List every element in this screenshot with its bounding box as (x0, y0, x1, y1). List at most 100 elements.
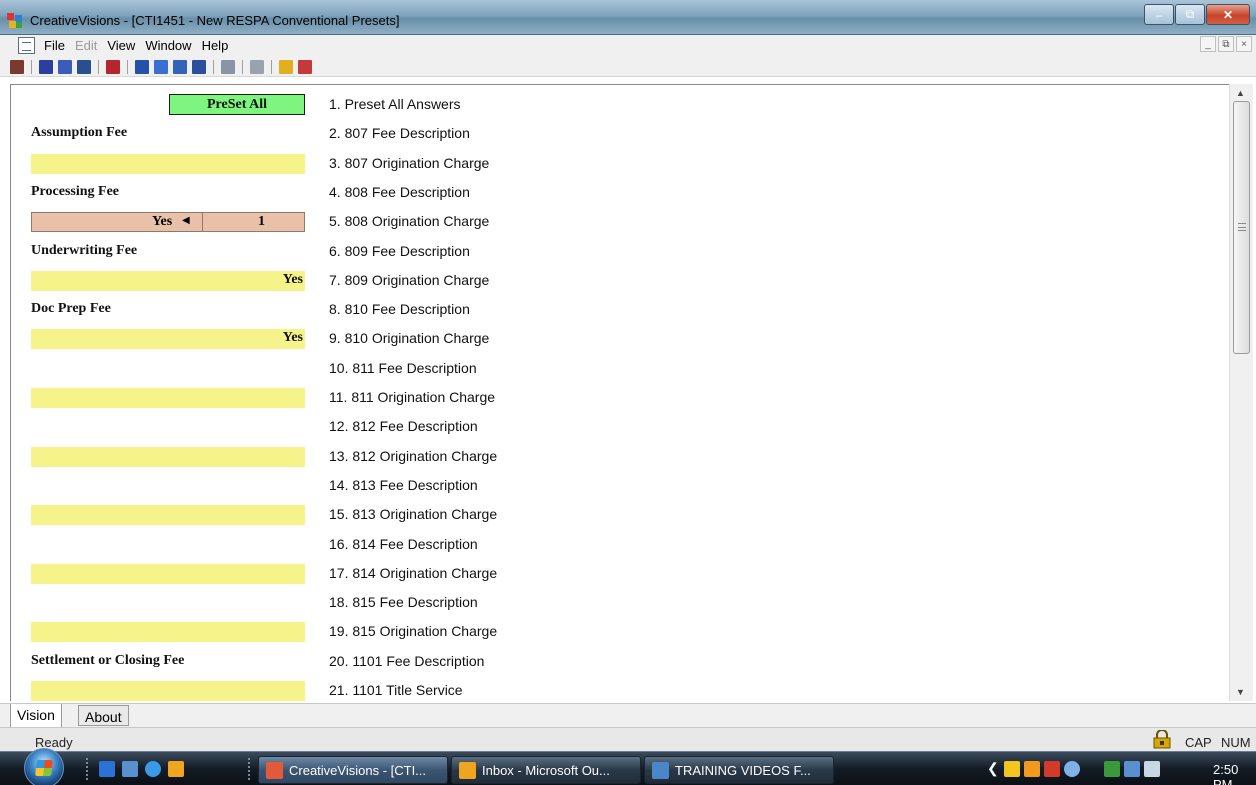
question-item[interactable]: 3. 807 Origination Charge (329, 155, 489, 171)
chart-icon[interactable] (77, 59, 91, 74)
mail-tray-icon[interactable] (1004, 761, 1020, 777)
grid-icon[interactable] (192, 59, 206, 74)
form-row: 19. 815 Origination Charge (11, 616, 1229, 645)
bookmark-icon[interactable] (106, 59, 120, 74)
menu-help[interactable]: Help (202, 38, 229, 53)
outlook-tray-icon[interactable] (1024, 761, 1040, 777)
mdi-minimize-button[interactable]: _ (1200, 36, 1216, 52)
taskbar-grip[interactable] (248, 758, 252, 780)
vertical-scrollbar[interactable]: ▲ ▼ (1229, 84, 1253, 701)
app-window: CreativeVisions - [CTI1451 - New RESPA C… (0, 0, 1256, 785)
caps-lock-indicator: CAP (1185, 735, 1212, 750)
menu-window[interactable]: Window (145, 38, 191, 53)
answer-field[interactable] (31, 505, 305, 525)
answer-field[interactable] (31, 447, 305, 467)
clock[interactable]: 2:50 PM (1213, 762, 1256, 785)
preset-all-button[interactable]: PreSet All (169, 94, 305, 115)
answer-field[interactable] (31, 154, 305, 174)
question-item[interactable]: 21. 1101 Title Service (329, 682, 463, 698)
question-item[interactable]: 18. 815 Fee Description (329, 594, 478, 610)
question-item[interactable]: 14. 813 Fee Description (329, 477, 478, 493)
question-item[interactable]: 1. Preset All Answers (329, 96, 461, 112)
question-item[interactable]: 5. 808 Origination Charge (329, 213, 489, 229)
question-item[interactable]: 17. 814 Origination Charge (329, 565, 497, 581)
scroll-up-arrow-icon[interactable]: ▲ (1236, 88, 1245, 98)
help-icon[interactable] (279, 59, 293, 74)
question-item[interactable]: 15. 813 Origination Charge (329, 506, 497, 522)
form-row: 13. 812 Origination Charge (11, 441, 1229, 470)
answer-field[interactable] (31, 388, 305, 408)
question-item[interactable]: 12. 812 Fee Description (329, 418, 478, 434)
question-item[interactable]: 8. 810 Fee Description (329, 301, 470, 317)
device-tray-icon[interactable] (1104, 761, 1120, 777)
volume-tray-icon[interactable] (1144, 761, 1160, 777)
mdi-restore-button[interactable]: ⧉ (1218, 36, 1234, 52)
question-item[interactable]: 13. 812 Origination Charge (329, 448, 497, 464)
answer-field[interactable]: Yes (31, 329, 305, 349)
answer-field[interactable] (31, 681, 305, 701)
start-button[interactable] (24, 748, 64, 785)
creativevisions-app-icon[interactable] (6, 12, 24, 30)
antivirus-tray-icon[interactable] (1044, 761, 1060, 777)
pin-icon[interactable] (221, 59, 235, 74)
taskbar-grip[interactable] (86, 758, 90, 780)
scroll-down-arrow-icon[interactable]: ▼ (1236, 687, 1245, 697)
form-row: Yes 7. 809 Origination Charge (11, 265, 1229, 294)
switch-windows-icon[interactable] (122, 761, 138, 777)
scroll-grip-icon (1238, 223, 1246, 231)
toolbar-separator (31, 59, 32, 74)
tab-vision[interactable]: Vision (10, 704, 62, 728)
document-menu-icon[interactable] (18, 37, 35, 54)
answer-field[interactable] (31, 622, 305, 642)
sync-tray-icon[interactable] (1064, 761, 1080, 777)
num-lock-indicator: NUM (1221, 735, 1251, 750)
book-icon[interactable] (10, 59, 24, 74)
question-item[interactable]: 20. 1101 Fee Description (329, 653, 484, 669)
form-row: Settlement or Closing Fee 20. 1101 Fee De… (11, 646, 1229, 675)
print-icon[interactable] (250, 59, 264, 74)
toolbar-separator (271, 59, 272, 74)
lock-icon (1153, 730, 1171, 749)
question-item[interactable]: 10. 811 Fee Description (329, 360, 477, 376)
tray-expand-icon[interactable]: ❮ (987, 760, 999, 777)
taskbar-button-label: TRAINING VIDEOS F... (675, 762, 811, 778)
internet-explorer-icon[interactable] (145, 761, 161, 777)
question-item[interactable]: 4. 808 Fee Description (329, 184, 470, 200)
title-bar[interactable]: CreativeVisions - [CTI1451 - New RESPA C… (0, 0, 1256, 35)
scroll-thumb[interactable] (1233, 101, 1250, 354)
question-item[interactable]: 2. 807 Fee Description (329, 125, 470, 141)
question-item[interactable]: 6. 809 Fee Description (329, 243, 470, 259)
form-d2-icon[interactable] (58, 59, 72, 74)
menu-file[interactable]: File (44, 38, 65, 53)
question-item[interactable]: 11. 811 Origination Charge (329, 389, 495, 405)
minimize-button[interactable]: – (1144, 4, 1174, 25)
answer-field[interactable]: Yes (31, 271, 305, 291)
refresh-icon[interactable] (154, 59, 168, 74)
stepper-left-arrow-icon[interactable]: ◀ (182, 215, 190, 226)
question-item[interactable]: 7. 809 Origination Charge (329, 272, 489, 288)
eraser-icon[interactable] (298, 59, 312, 74)
form-row: 16. 814 Fee Description (11, 529, 1229, 558)
question-item[interactable]: 16. 814 Fee Description (329, 536, 478, 552)
creativevisions-icon (266, 762, 283, 779)
question-item[interactable]: 19. 815 Origination Charge (329, 623, 497, 639)
answer-stepper[interactable]: Yes ◀ 1 (31, 212, 305, 232)
question-item[interactable]: 9. 810 Origination Charge (329, 330, 489, 346)
mdi-close-button[interactable]: × (1236, 36, 1252, 52)
calculator-icon[interactable] (173, 59, 187, 74)
restore-button[interactable]: ⧉ (1175, 4, 1205, 25)
tab-about[interactable]: About (78, 705, 129, 726)
close-button[interactable]: ✕ (1206, 4, 1250, 25)
menu-view[interactable]: View (107, 38, 135, 53)
person-icon[interactable] (135, 59, 149, 74)
form-d-icon[interactable] (39, 59, 53, 74)
taskbar-button-training-videos[interactable]: TRAINING VIDEOS F... (644, 756, 834, 784)
network-tray-icon[interactable] (1124, 761, 1140, 777)
taskbar-button-creativevisions[interactable]: CreativeVisions - [CTI... (258, 756, 448, 784)
taskbar-button-outlook[interactable]: Inbox - Microsoft Ou... (451, 756, 641, 784)
answer-field[interactable] (31, 564, 305, 584)
menu-edit[interactable]: Edit (75, 38, 97, 53)
outlook-quicklaunch-icon[interactable] (168, 761, 184, 777)
form-row: PreSet All 1. Preset All Answers (11, 89, 1229, 118)
show-desktop-icon[interactable] (99, 761, 115, 777)
